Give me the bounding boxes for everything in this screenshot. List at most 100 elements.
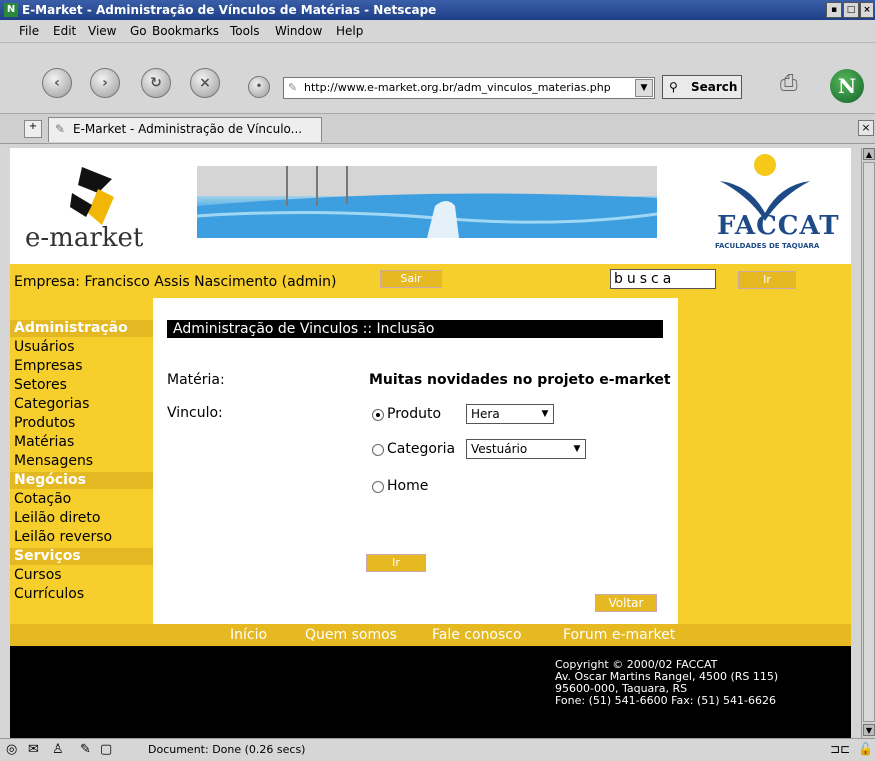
navigator-icon[interactable]: ◎ (6, 742, 17, 757)
window-title-bar: N E-Market - Administração de Vínculos d… (0, 0, 875, 20)
phone-line: Fone: (51) 541-6600 Fax: (51) 541-6626 (555, 694, 776, 707)
tab-bar: + ✎ E-Market - Administração de Vínculo.… (0, 114, 875, 144)
ir-submit-button[interactable]: Ir (366, 554, 426, 572)
produto-select[interactable]: Hera ▼ (466, 404, 554, 424)
page-proxy-icon: ✎ (288, 81, 298, 94)
netscape-app-icon: N (4, 3, 18, 17)
categoria-label: Categoria (387, 441, 456, 457)
new-tab-icon[interactable]: + (24, 120, 42, 138)
window-title: E-Market - Administração de Vínculos de … (22, 3, 437, 17)
vertical-scrollbar[interactable]: ▲ ▼ (861, 148, 875, 738)
e-market-logo-text: e-market (25, 223, 144, 253)
menu-go[interactable]: Go (130, 24, 147, 38)
sair-button[interactable]: Sair (380, 270, 442, 288)
close-window-button[interactable]: × (860, 2, 874, 18)
sidebar-item-cursos[interactable]: Cursos (14, 567, 62, 583)
sidebar-item-materias[interactable]: Matérias (14, 434, 74, 450)
home-icon[interactable]: • (248, 76, 270, 98)
magnifier-icon: ⚲ (669, 80, 678, 94)
footer-nav: Início Quem somos Fale conosco Forum e-m… (10, 624, 851, 646)
online-status-icon[interactable]: ⊐⊏ (830, 742, 850, 756)
empresa-label: Empresa: Francisco Assis Nascimento (adm… (14, 274, 337, 290)
chevron-down-icon: ▼ (541, 409, 549, 419)
url-text: http://www.e-market.org.br/adm_vinculos_… (304, 81, 611, 94)
tab-current[interactable]: ✎ E-Market - Administração de Vínculo... (48, 117, 322, 142)
sidebar-item-cotacao[interactable]: Cotação (14, 491, 71, 507)
maximize-button[interactable]: □ (843, 2, 859, 18)
sidebar-head-negocios: Negócios (10, 472, 153, 489)
sidebar-item-categorias[interactable]: Categorias (14, 396, 89, 412)
vinculo-label: Vinculo: (167, 405, 223, 421)
footer-link-inicio[interactable]: Início (230, 627, 267, 643)
faccat-title: FACCAT (717, 211, 840, 241)
url-field[interactable]: ✎ http://www.e-market.org.br/adm_vinculo… (283, 77, 655, 99)
chat-icon[interactable]: ▢ (100, 742, 112, 757)
search-button[interactable]: ⚲ Search (662, 75, 742, 99)
sidebar-head-servicos: Serviços (10, 548, 153, 565)
minimize-button[interactable]: ▪ (826, 2, 842, 18)
security-lock-icon[interactable]: 🔓 (858, 742, 873, 756)
reload-icon[interactable]: ↻ (141, 68, 171, 98)
menu-window[interactable]: Window (275, 24, 322, 38)
search-button-label: Search (691, 80, 738, 94)
addressbook-icon[interactable]: ♙ (52, 742, 64, 757)
chevron-down-icon: ▼ (573, 444, 581, 454)
close-tab-icon[interactable]: × (858, 120, 874, 136)
print-icon[interactable]: ⎙ (780, 71, 808, 96)
scroll-down-icon[interactable]: ▼ (863, 724, 875, 736)
menu-help[interactable]: Help (336, 24, 363, 38)
pool-banner-image (196, 166, 658, 238)
sidebar-item-leilao-direto[interactable]: Leilão direto (14, 510, 100, 526)
categoria-radio[interactable] (372, 444, 384, 456)
sidebar-menu: Administração Usuários Empresas Setores … (10, 298, 153, 624)
faccat-logo: FACCAT FACULDADES DE TAQUARA (705, 153, 845, 253)
sidebar-item-setores[interactable]: Setores (14, 377, 67, 393)
sidebar-item-leilao-reverso[interactable]: Leilão reverso (14, 529, 112, 545)
sidebar-item-empresas[interactable]: Empresas (14, 358, 83, 374)
produto-select-value: Hera (471, 407, 500, 421)
footer-copyright-area: Copyright © 2000/02 FACCAT Av. Oscar Mar… (10, 646, 851, 738)
categoria-select-value: Vestuário (471, 442, 528, 456)
materia-label: Matéria: (167, 372, 225, 388)
form-title: Administração de Vinculos :: Inclusão (167, 320, 663, 338)
produto-radio[interactable] (372, 409, 384, 421)
sidebar-item-mensagens[interactable]: Mensagens (14, 453, 93, 469)
categoria-select[interactable]: Vestuário ▼ (466, 439, 586, 459)
faccat-subtitle: FACULDADES DE TAQUARA (715, 242, 820, 250)
voltar-button[interactable]: Voltar (595, 594, 657, 612)
main-content: Administração de Vinculos :: Inclusão Ma… (153, 298, 678, 624)
scroll-thumb[interactable] (863, 162, 875, 722)
menu-tools[interactable]: Tools (230, 24, 260, 38)
sidebar-item-produtos[interactable]: Produtos (14, 415, 75, 431)
sidebar-grippy[interactable] (0, 148, 10, 738)
mail-icon[interactable]: ✉ (28, 742, 39, 757)
search-input[interactable]: busca (610, 269, 716, 289)
menu-bar: File Edit View Go Bookmarks Tools Window… (0, 20, 875, 43)
forward-arrow-icon[interactable]: › (90, 68, 120, 98)
sidebar-item-curriculos[interactable]: Currículos (14, 586, 84, 602)
user-bar: Empresa: Francisco Assis Nascimento (adm… (10, 264, 851, 298)
tab-title: E-Market - Administração de Vínculo... (73, 122, 303, 136)
sidebar-item-usuarios[interactable]: Usuários (14, 339, 75, 355)
stop-icon[interactable]: × (190, 68, 220, 98)
scroll-up-icon[interactable]: ▲ (863, 148, 875, 160)
footer-link-quem-somos[interactable]: Quem somos (305, 627, 397, 643)
menu-bookmarks[interactable]: Bookmarks (152, 24, 219, 38)
menu-file[interactable]: File (19, 24, 39, 38)
footer-link-fale-conosco[interactable]: Fale conosco (432, 627, 522, 643)
composer-icon[interactable]: ✎ (80, 742, 91, 757)
url-history-dropdown-icon[interactable]: ▼ (635, 79, 653, 97)
copyright-block: Copyright © 2000/02 FACCAT Av. Oscar Mar… (555, 659, 778, 707)
produto-label: Produto (387, 406, 442, 422)
menu-edit[interactable]: Edit (53, 24, 76, 38)
footer-link-forum[interactable]: Forum e-market (563, 627, 675, 643)
right-column (678, 298, 851, 624)
home-label: Home (387, 478, 429, 494)
home-radio[interactable] (372, 481, 384, 493)
netscape-throbber-icon[interactable]: N (830, 69, 864, 103)
menu-view[interactable]: View (88, 24, 116, 38)
back-arrow-icon[interactable]: ‹ (42, 68, 72, 98)
tab-page-icon: ✎ (55, 122, 66, 136)
status-text: Document: Done (0.26 secs) (148, 743, 306, 756)
search-go-button[interactable]: Ir (738, 271, 796, 289)
